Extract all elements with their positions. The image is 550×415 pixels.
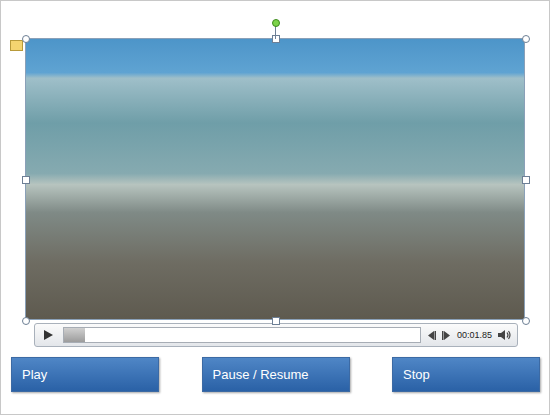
step-forward-icon[interactable] <box>442 331 451 340</box>
player-bar: 00:01.85 <box>34 323 518 347</box>
resize-handle[interactable] <box>22 176 30 184</box>
seek-fill <box>64 328 85 342</box>
volume-icon[interactable] <box>498 329 511 341</box>
resize-handle[interactable] <box>272 317 280 325</box>
step-back-icon[interactable] <box>427 331 436 340</box>
video-frame[interactable] <box>26 39 524 319</box>
animation-tag-icon[interactable] <box>10 40 23 51</box>
slide-button[interactable]: Play <box>11 357 159 392</box>
time-display: 00:01.85 <box>457 330 492 340</box>
seek-track[interactable] <box>63 327 421 343</box>
slide-button[interactable]: Pause / Resume <box>202 357 350 392</box>
resize-handle[interactable] <box>272 35 280 43</box>
video[interactable] <box>25 38 525 320</box>
resize-handle[interactable] <box>22 35 30 43</box>
button-row: Play Pause / Resume Stop <box>1 357 549 392</box>
rotation-handle[interactable] <box>272 19 280 27</box>
play-icon[interactable] <box>39 326 57 344</box>
resize-handle[interactable] <box>522 176 530 184</box>
resize-handle[interactable] <box>522 35 530 43</box>
resize-handle[interactable] <box>22 317 30 325</box>
slide-button[interactable]: Stop <box>392 357 540 392</box>
resize-handle[interactable] <box>522 317 530 325</box>
